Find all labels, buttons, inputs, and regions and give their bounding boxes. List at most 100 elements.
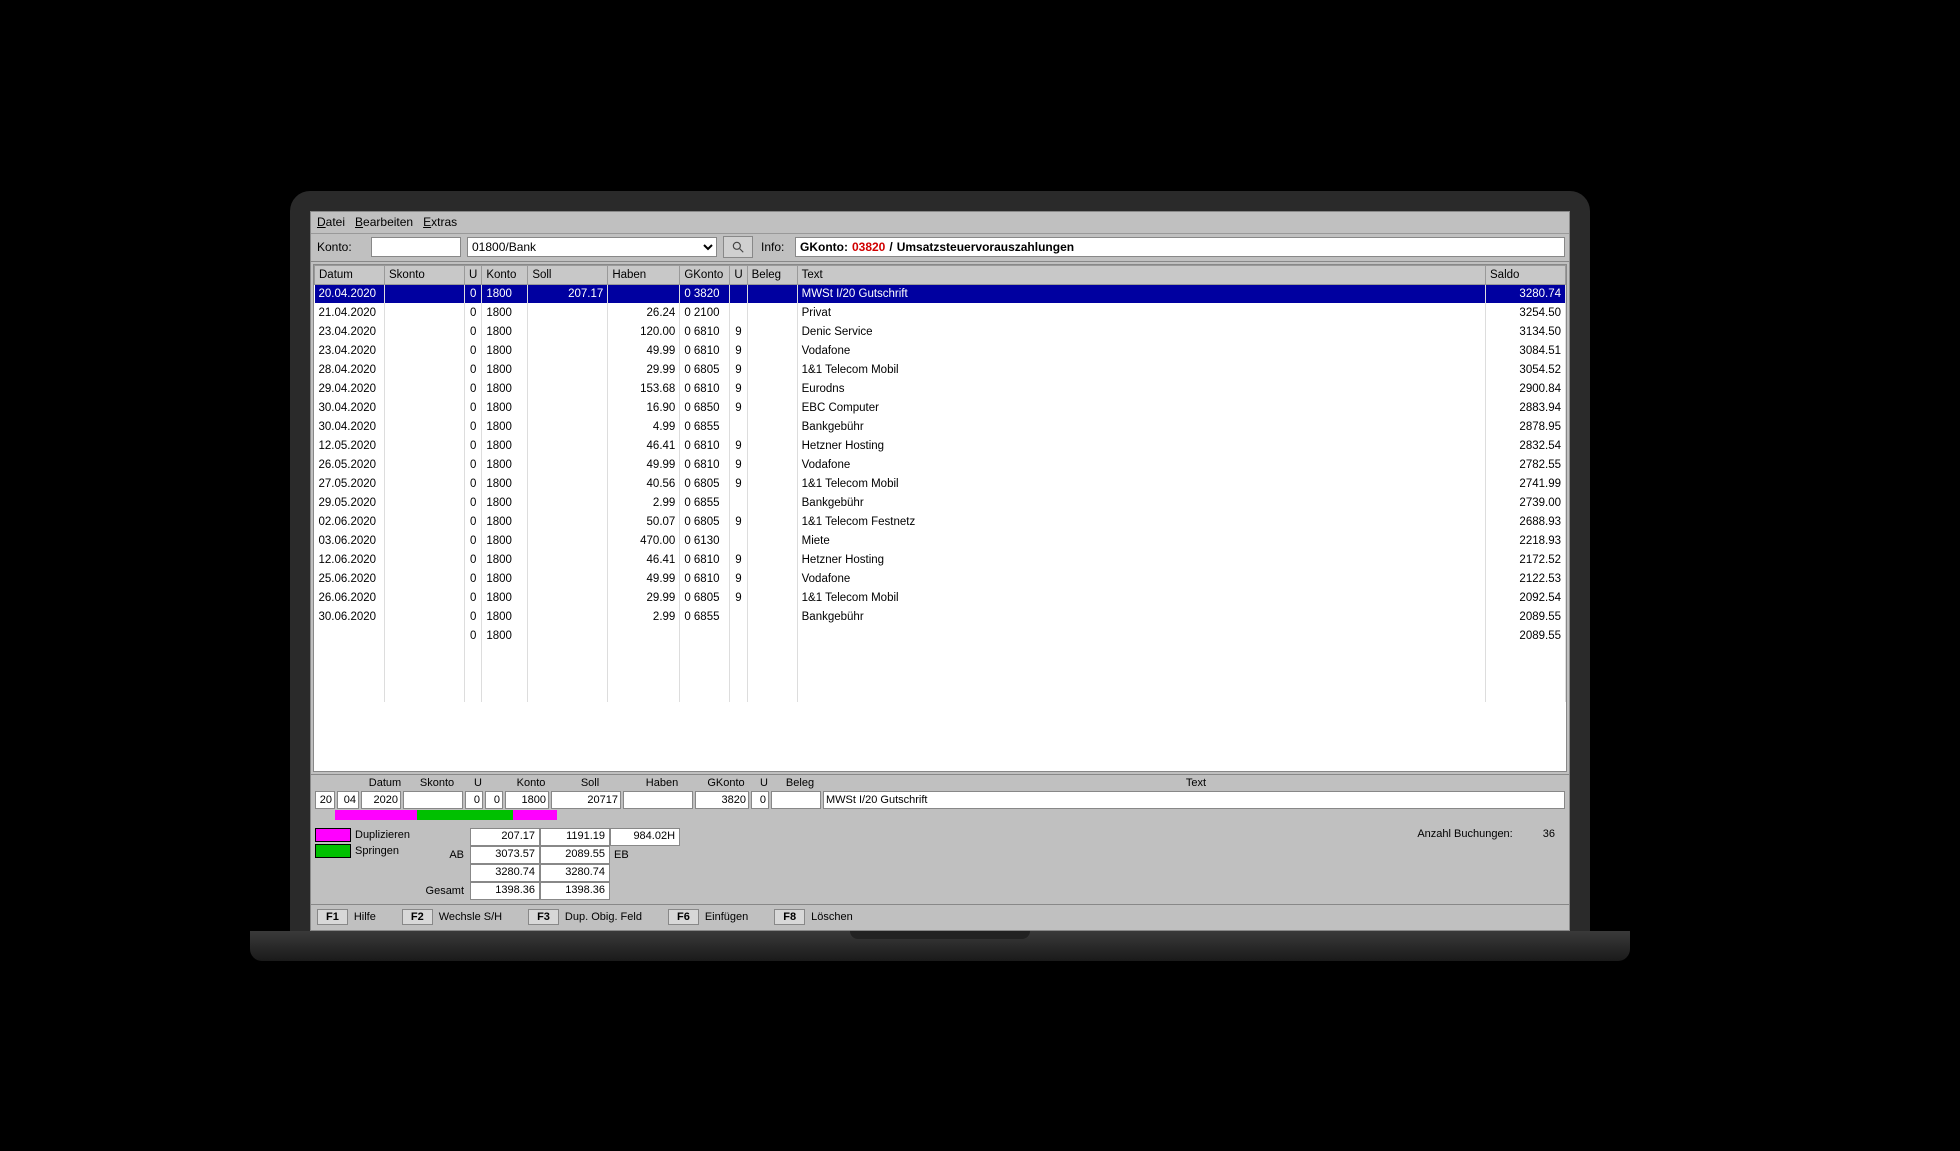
table-row-empty [315,683,1566,702]
info-account: 03820 [852,240,885,254]
entry-gkonto[interactable] [695,791,749,809]
f6-key[interactable]: F6 [668,909,699,925]
f1-key[interactable]: F1 [317,909,348,925]
col-beleg[interactable]: Beleg [747,265,797,284]
f1-label: Hilfe [354,911,376,923]
table-row[interactable]: 26.06.20200180029.990 680591&1 Telecom M… [315,588,1566,607]
entry-label: U [469,777,487,789]
search-button[interactable] [723,236,753,258]
info-desc: Umsatzsteuervorauszahlungen [897,240,1074,254]
entry-label [341,777,363,789]
f6-label: Einfügen [705,911,748,923]
col-konto[interactable]: Konto [482,265,528,284]
table-row[interactable]: 12.06.20200180046.410 68109Hetzner Hosti… [315,550,1566,569]
col-u[interactable]: U [730,265,747,284]
entry-skonto[interactable] [403,791,463,809]
sum-r1c2: 1191.19 [540,828,610,846]
entry-haben[interactable] [623,791,693,809]
f2-label: Wechsle S/H [439,911,502,923]
table-row[interactable]: 21.04.20200180026.240 2100Privat3254.50 [315,303,1566,322]
konto-label: Konto: [315,240,365,254]
info-sep: / [889,240,892,254]
table-row[interactable]: 29.05.2020018002.990 6855Bankgebühr2739.… [315,493,1566,512]
col-haben[interactable]: Haben [608,265,680,284]
table-row[interactable]: 03.06.202001800470.000 6130Miete2218.93 [315,531,1566,550]
menu-bearbeiten[interactable]: Bearbeiten [355,215,413,230]
col-u[interactable]: U [465,265,482,284]
f8-key[interactable]: F8 [774,909,805,925]
color-bar [335,810,1565,820]
count-value: 36 [1543,828,1555,840]
konto-select[interactable]: 01800/Bank [467,237,717,257]
entry-year[interactable] [361,791,401,809]
table-row[interactable]: 30.06.2020018002.990 6855Bankgebühr2089.… [315,607,1566,626]
entry-gu[interactable] [751,791,769,809]
col-saldo[interactable]: Saldo [1486,265,1566,284]
f3-key[interactable]: F3 [528,909,559,925]
col-datum[interactable]: Datum [315,265,385,284]
sum-r3c1: 3280.74 [470,864,540,882]
entry-label: Datum [365,777,405,789]
count-area: Anzahl Buchungen: 36 [1417,828,1565,840]
entry-label: Beleg [775,777,825,789]
bookings-table: DatumSkontoUKontoSollHabenGKontoUBelegTe… [314,265,1566,703]
col-gkonto[interactable]: GKonto [680,265,730,284]
info-label: Info: [759,240,789,254]
menu-bar: Datei Bearbeiten Extras [311,212,1569,234]
table-row[interactable]: 28.04.20200180029.990 680591&1 Telecom M… [315,360,1566,379]
table-row[interactable]: 02.06.20200180050.070 680591&1 Telecom F… [315,512,1566,531]
entry-area: DatumSkontoUKontoSollHabenGKontoUBelegTe… [311,774,1569,904]
col-skonto[interactable]: Skonto [385,265,465,284]
legend-dup: Duplizieren [355,829,410,841]
konto-input[interactable] [371,237,461,257]
table-row[interactable]: 23.04.202001800120.000 68109Denic Servic… [315,322,1566,341]
table-row[interactable]: 25.06.20200180049.990 68109Vodafone2122.… [315,569,1566,588]
table-row-empty [315,664,1566,683]
col-soll[interactable]: Soll [528,265,608,284]
legend-spr: Springen [355,845,399,857]
menu-datei[interactable]: Datei [317,215,345,230]
sum-block: 207.17 1191.19 984.02H AB 3073.57 2089.5… [420,828,680,900]
legend: Duplizieren Springen [315,828,410,860]
entry-label: Skonto [407,777,467,789]
entry-u0[interactable] [485,791,503,809]
table-row[interactable]: 20.04.202001800207.170 3820MWSt I/20 Gut… [315,284,1566,303]
col-text[interactable]: Text [797,265,1485,284]
table-row[interactable]: 018002089.55 [315,626,1566,645]
table-row[interactable]: 30.04.2020018004.990 6855Bankgebühr2878.… [315,417,1566,436]
table-row[interactable]: 26.05.20200180049.990 68109Vodafone2782.… [315,455,1566,474]
legend-box-spr [315,844,351,858]
ab-label: AB [420,849,470,861]
entry-month[interactable] [337,791,359,809]
entry-konto[interactable] [505,791,549,809]
bar-magenta-1 [335,810,417,820]
fkey-bar: F1 Hilfe F2 Wechsle S/H F3 Dup. Obig. Fe… [311,904,1569,930]
sum-r4c1: 1398.36 [470,882,540,900]
entry-label: GKonto [699,777,753,789]
entry-u[interactable] [465,791,483,809]
table-row[interactable]: 12.05.20200180046.410 68109Hetzner Hosti… [315,436,1566,455]
entry-label [319,777,339,789]
f2-key[interactable]: F2 [402,909,433,925]
entry-label: Konto [509,777,553,789]
table-row[interactable]: 30.04.20200180016.900 68509EBC Computer2… [315,398,1566,417]
table-row-empty [315,645,1566,664]
entry-label: Text [827,777,1565,789]
info-prefix: GKonto: [800,240,848,254]
f3-label: Dup. Obig. Feld [565,911,642,923]
legend-box-dup [315,828,351,842]
entry-text[interactable] [823,791,1565,809]
toolbar: Konto: 01800/Bank Info: GKonto: 03820 / … [311,234,1569,262]
table-row[interactable]: 27.05.20200180040.560 680591&1 Telecom M… [315,474,1566,493]
entry-beleg[interactable] [771,791,821,809]
count-label: Anzahl Buchungen: [1417,828,1512,840]
entry-label: Soll [555,777,625,789]
table-row[interactable]: 29.04.202001800153.680 68109Eurodns2900.… [315,379,1566,398]
bookings-table-wrap: DatumSkontoUKontoSollHabenGKontoUBelegTe… [313,264,1567,772]
table-row[interactable]: 23.04.20200180049.990 68109Vodafone3084.… [315,341,1566,360]
info-box: GKonto: 03820 / Umsatzsteuervorauszahlun… [795,237,1565,257]
entry-soll[interactable] [551,791,621,809]
entry-label: Haben [627,777,697,789]
entry-day[interactable] [315,791,335,809]
menu-extras[interactable]: Extras [423,215,457,230]
